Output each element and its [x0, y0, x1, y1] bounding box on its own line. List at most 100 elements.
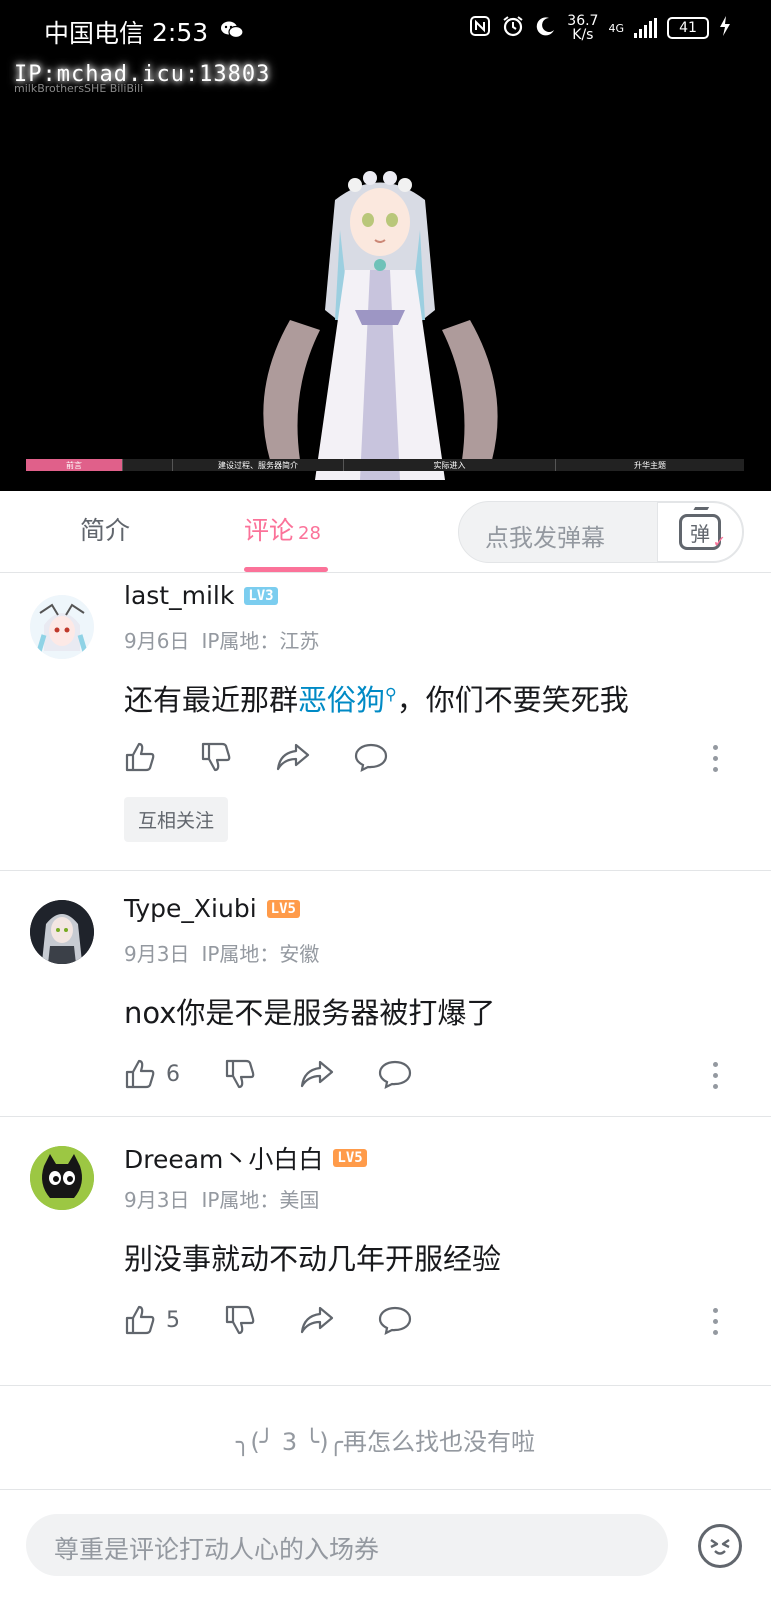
reply-button[interactable] — [378, 1305, 412, 1335]
dislike-button[interactable] — [224, 1304, 256, 1336]
status-bar: 中国电信 2:53 36.7 K/s 4G 41 — [0, 0, 771, 60]
thumbs-up-icon — [125, 742, 155, 772]
signal-icon — [634, 18, 657, 38]
danmaku-icon: 弹 ✓ — [679, 514, 726, 551]
comment-content: 还有最近那群恶俗狗⚲，你们不要笑死我 — [124, 677, 629, 719]
tab-comments[interactable]: 评论 28 — [244, 511, 321, 547]
charging-icon — [719, 15, 731, 42]
share-icon — [276, 743, 310, 771]
share-button[interactable] — [300, 1305, 334, 1335]
avatar[interactable] — [30, 900, 94, 964]
comment-input-placeholder: 尊重是评论打动人心的入场券 — [54, 1535, 380, 1564]
danmaku-input[interactable]: 点我发弹幕 弹 ✓ — [458, 501, 744, 563]
tab-comments-count: 28 — [298, 523, 321, 544]
tab-intro[interactable]: 简介 — [80, 511, 130, 547]
thumbs-up-icon — [125, 1059, 155, 1089]
search-keyword-link[interactable]: 恶俗狗 — [298, 683, 385, 717]
comment-content: nox你是不是服务器被打爆了 — [124, 996, 496, 1030]
thumbs-down-icon — [201, 742, 231, 772]
search-icon: ⚲ — [385, 684, 397, 704]
comment-meta: 9月3日 IP属地：安徽 — [124, 938, 319, 967]
comment-input[interactable]: 尊重是评论打动人心的入场券 — [26, 1514, 668, 1576]
video-watermark-sub: milkBrothersSHE BiliBili — [14, 82, 144, 95]
comment-item: last_milk LV3 9月6日 IP属地：江苏 还有最近那群恶俗狗⚲，你们不… — [0, 573, 771, 871]
share-icon — [300, 1060, 334, 1088]
network-speed-unit: K/s — [572, 27, 594, 43]
mutual-follow-tag: 互相关注 — [124, 797, 229, 842]
chapter-label: 实际进入 — [433, 460, 466, 470]
chapter-label: 前言 — [66, 460, 82, 470]
comment-actions — [124, 741, 432, 773]
reply-bubble-icon — [354, 743, 388, 772]
carrier-label: 中国电信 — [44, 19, 145, 48]
comment-date: 9月6日 — [124, 629, 190, 653]
comment-username[interactable]: last_milk — [124, 581, 234, 610]
level-badge: LV3 — [244, 586, 278, 605]
moon-icon — [535, 15, 557, 42]
comment-ip: IP属地：安徽 — [201, 942, 320, 966]
emoji-button[interactable] — [698, 1524, 742, 1568]
level-badge: LV5 — [333, 1149, 367, 1167]
battery-icon: 41 — [667, 17, 709, 39]
comment-meta: 9月6日 IP属地：江苏 — [124, 625, 319, 654]
more-options-button[interactable] — [713, 745, 719, 772]
comment-actions: 5 — [124, 1304, 456, 1336]
thumbs-down-icon — [225, 1059, 255, 1089]
chapter-segment[interactable]: 建设过程、服务器简介 — [173, 459, 344, 471]
level-badge: LV5 — [266, 899, 300, 918]
emoji-icon — [710, 1539, 730, 1555]
chapter-label: 建设过程、服务器简介 — [218, 460, 298, 470]
more-options-button[interactable] — [713, 1062, 719, 1089]
network-speed: 36.7 K/s — [567, 14, 598, 42]
character-illustration — [263, 171, 498, 480]
danmaku-icon-label: 弹 — [690, 521, 710, 546]
avatar[interactable] — [30, 1146, 94, 1210]
like-button[interactable]: 6 — [124, 1058, 180, 1090]
more-options-button[interactable] — [713, 1308, 719, 1335]
video-player[interactable]: 中国电信 2:53 36.7 K/s 4G 41 IP:mchad.icu:13… — [0, 0, 771, 491]
wechat-icon — [220, 20, 244, 45]
like-button[interactable]: 5 — [124, 1304, 180, 1336]
comment-date: 9月3日 — [124, 942, 190, 966]
tab-bar: 简介 评论 28 点我发弹幕 弹 ✓ — [0, 491, 771, 573]
comment-date: 9月3日 — [124, 1188, 190, 1212]
danmaku-toggle-button[interactable]: 弹 ✓ — [657, 502, 743, 562]
reply-bubble-icon — [378, 1060, 412, 1089]
avatar[interactable] — [30, 595, 94, 659]
chapter-gap[interactable] — [123, 459, 173, 471]
reply-button[interactable] — [378, 1059, 412, 1089]
chapter-label: 升华主题 — [634, 460, 666, 470]
like-count: 6 — [166, 1061, 180, 1087]
danmaku-placeholder: 点我发弹幕 — [485, 524, 605, 552]
chapter-segment[interactable]: 升华主题 — [556, 459, 744, 471]
dislike-button[interactable] — [200, 741, 232, 773]
comment-username[interactable]: Type_Xiubi — [124, 894, 257, 923]
dislike-button[interactable] — [224, 1058, 256, 1090]
status-left: 中国电信 2:53 — [44, 14, 244, 50]
comment-input-bar: 尊重是评论打动人心的入场券 — [0, 1490, 771, 1600]
comment-meta: 9月3日 IP属地：美国 — [124, 1184, 319, 1213]
comment-text: 还有最近那群 — [124, 683, 299, 717]
share-button[interactable] — [300, 1059, 334, 1089]
alarm-icon — [501, 15, 525, 42]
comment-actions: 6 — [124, 1058, 456, 1090]
comment-item: Dreeam丶小白白 LV5 9月3日 IP属地：美国 别没事就动不动几年开服经验… — [0, 1118, 771, 1386]
end-of-comments-message: ╮(╯ 3 ╰)╭再怎么找也没有啦 — [0, 1386, 771, 1490]
comment-username-row: Type_Xiubi LV5 — [124, 894, 300, 923]
chapter-progress-bar[interactable]: 前言 建设过程、服务器简介 实际进入 升华主题 — [26, 459, 744, 471]
clock: 2:53 — [152, 17, 209, 47]
chapter-segment[interactable]: 前言 — [26, 459, 123, 471]
thumbs-down-icon — [225, 1305, 255, 1335]
share-button[interactable] — [276, 742, 310, 772]
like-count: 5 — [166, 1307, 180, 1333]
thumbs-up-icon — [125, 1305, 155, 1335]
comment-username[interactable]: Dreeam丶小白白 — [124, 1140, 323, 1176]
like-button[interactable] — [124, 741, 156, 773]
comment-username-row: Dreeam丶小白白 LV5 — [124, 1140, 367, 1176]
comment-content: 别没事就动不动几年开服经验 — [124, 1242, 502, 1276]
comment-item: Type_Xiubi LV5 9月3日 IP属地：安徽 nox你是不是服务器被打爆… — [0, 872, 771, 1117]
share-icon — [300, 1306, 334, 1334]
reply-button[interactable] — [354, 742, 388, 772]
chapter-segment[interactable]: 实际进入 — [344, 459, 556, 471]
reply-bubble-icon — [378, 1306, 412, 1335]
